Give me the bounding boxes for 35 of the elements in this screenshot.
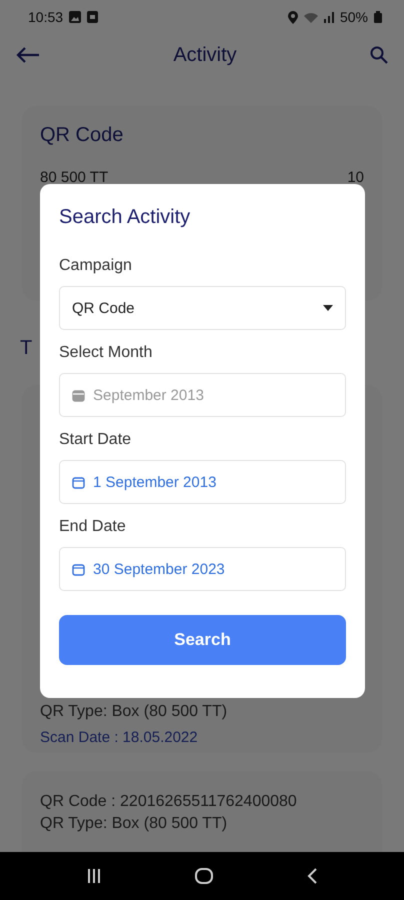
search-icon[interactable] — [370, 46, 388, 64]
date-field[interactable]: 1 September 2013 — [59, 460, 346, 504]
recent-apps-icon[interactable] — [87, 869, 101, 883]
screen-title: Activity — [172, 44, 238, 66]
battery-percent: 50% — [340, 9, 368, 25]
back-icon[interactable] — [307, 868, 317, 884]
search-button[interactable]: Search — [59, 615, 346, 665]
dialog-title: Search Activity — [59, 206, 192, 229]
image-icon — [69, 11, 82, 23]
scan-date: Scan Date : 18.05.2022 — [40, 729, 199, 746]
app-icon — [87, 11, 98, 23]
field-label: End Date — [59, 518, 127, 536]
field-label: Campaign — [59, 257, 133, 275]
scan-detail: QR Type: Box (80 500 TT) — [40, 815, 228, 833]
count-value: 10 — [347, 169, 364, 186]
back-arrow-icon[interactable] — [16, 47, 40, 63]
status-time: 10:53 — [28, 9, 64, 25]
wifi-icon — [304, 12, 318, 22]
campaign-dropdown[interactable]: QR Code — [59, 286, 346, 330]
card-title: QR Code — [40, 124, 124, 147]
battery-icon — [374, 11, 382, 23]
qr-type-label: 80 500 TT — [40, 169, 108, 186]
dropdown-caret-icon — [323, 305, 333, 311]
section-heading: T — [20, 337, 32, 359]
calendar-icon — [72, 476, 85, 488]
field-label: Start Date — [59, 431, 132, 449]
scan-detail: QR Code : 22016265511762400080 — [40, 793, 298, 811]
scan-detail: QR Type: Box (80 500 TT) — [40, 703, 228, 721]
calendar-icon — [72, 562, 85, 576]
calendar-icon — [72, 388, 85, 402]
field-label: Select Month — [59, 344, 154, 362]
signal-icon — [324, 12, 334, 22]
home-icon[interactable] — [195, 868, 213, 884]
location-icon — [288, 10, 298, 24]
date-field[interactable]: 30 September 2023 — [59, 547, 346, 591]
